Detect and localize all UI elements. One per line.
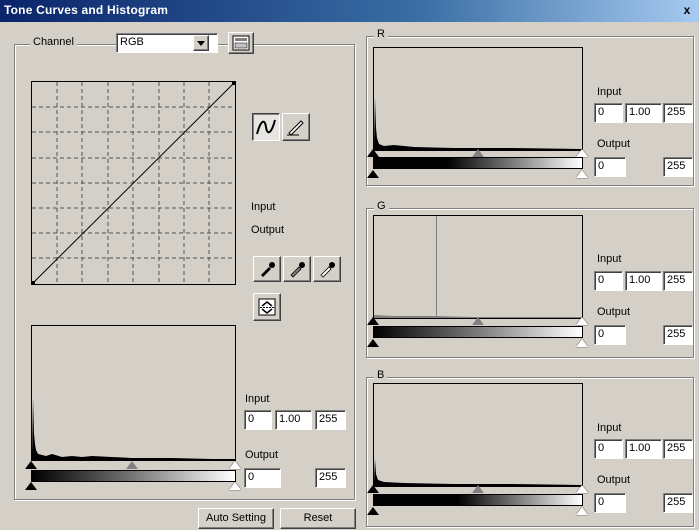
r-input-gamma-slider[interactable] [472, 149, 484, 157]
g-input-high[interactable]: 255 [663, 271, 693, 291]
g-input-white-slider[interactable] [576, 317, 588, 325]
r-channel-label: R [374, 28, 388, 40]
g-output-label: Output [597, 306, 631, 318]
b-input-low[interactable]: 0 [594, 439, 623, 459]
g-channel-label: G [374, 200, 389, 212]
gray-point-eyedropper-icon[interactable] [283, 256, 311, 282]
freehand-mode-icon[interactable] [282, 113, 310, 141]
reset-button[interactable]: Reset [280, 508, 356, 529]
b-input-gamma-slider[interactable] [472, 485, 484, 493]
hist-input-high[interactable]: 255 [315, 410, 346, 430]
g-histogram [374, 216, 582, 318]
tone-curve-panel[interactable] [31, 81, 236, 285]
b-output-gradient-bar [373, 494, 583, 506]
b-histogram-panel [373, 383, 583, 487]
hist-output-high[interactable]: 255 [315, 468, 346, 488]
r-histogram-panel [373, 47, 583, 151]
title-bar: Tone Curves and Histogram x [0, 0, 699, 22]
r-input-low[interactable]: 0 [594, 103, 623, 123]
b-output-high[interactable]: 255 [663, 493, 693, 513]
b-input-black-slider[interactable] [367, 485, 379, 493]
r-input-white-slider[interactable] [576, 149, 588, 157]
curve-mode-icon[interactable] [252, 113, 280, 141]
r-output-gradient-bar [373, 157, 583, 169]
curve-input-label: Input [251, 201, 276, 213]
g-output-black-slider[interactable] [367, 339, 379, 347]
g-input-gamma-slider[interactable] [472, 317, 484, 325]
input-black-slider[interactable] [25, 461, 37, 469]
channel-preview-icon[interactable] [228, 32, 254, 54]
input-white-slider[interactable] [229, 461, 241, 469]
r-output-white-slider[interactable] [576, 170, 588, 178]
r-input-gamma[interactable]: 1.00 [625, 103, 662, 123]
g-input-label: Input [597, 253, 622, 265]
rgb-histogram-panel [31, 325, 236, 461]
white-point-eyedropper-icon[interactable] [313, 256, 341, 282]
output-black-slider[interactable] [25, 482, 37, 490]
hist-output-low[interactable]: 0 [244, 468, 281, 488]
g-output-gradient-bar [373, 326, 583, 338]
curve-output-label: Output [251, 224, 285, 236]
r-output-low[interactable]: 0 [594, 157, 626, 177]
hist-input-label: Input [245, 393, 270, 405]
g-input-gamma[interactable]: 1.00 [625, 271, 662, 291]
r-output-black-slider[interactable] [367, 170, 379, 178]
hist-input-low[interactable]: 0 [244, 410, 272, 430]
g-output-high[interactable]: 255 [663, 325, 693, 345]
b-channel-label: B [374, 369, 388, 381]
chevron-down-icon[interactable] [193, 35, 209, 51]
b-output-label: Output [597, 474, 631, 486]
save-load-icon[interactable] [253, 293, 281, 321]
r-output-label: Output [597, 138, 631, 150]
hist-input-gamma[interactable]: 1.00 [275, 410, 312, 430]
b-input-label: Input [597, 422, 622, 434]
b-input-high[interactable]: 255 [663, 439, 693, 459]
hist-output-label: Output [245, 449, 279, 461]
auto-setting-button[interactable]: Auto Setting [198, 508, 274, 529]
output-gradient-bar [31, 470, 236, 482]
tone-curve-graph[interactable] [31, 81, 236, 285]
r-input-label: Input [597, 86, 622, 98]
b-output-white-slider[interactable] [576, 507, 588, 515]
g-input-low[interactable]: 0 [594, 271, 623, 291]
g-input-black-slider[interactable] [367, 317, 379, 325]
r-input-black-slider[interactable] [367, 149, 379, 157]
channel-select-value: RGB [120, 36, 144, 48]
close-icon[interactable]: x [679, 2, 695, 18]
r-histogram [374, 98, 582, 150]
r-input-high[interactable]: 255 [663, 103, 693, 123]
black-point-eyedropper-icon[interactable] [253, 256, 281, 282]
g-histogram-panel [373, 215, 583, 319]
b-output-low[interactable]: 0 [594, 493, 626, 513]
b-output-black-slider[interactable] [367, 507, 379, 515]
g-output-low[interactable]: 0 [594, 325, 626, 345]
g-output-white-slider[interactable] [576, 339, 588, 347]
output-white-slider[interactable] [229, 482, 241, 490]
b-input-gamma[interactable]: 1.00 [625, 439, 662, 459]
input-gamma-slider[interactable] [126, 461, 138, 469]
b-input-white-slider[interactable] [576, 485, 588, 493]
window-title: Tone Curves and Histogram [4, 3, 169, 17]
rgb-histogram [32, 398, 235, 460]
channel-label: Channel [30, 36, 77, 48]
b-histogram [374, 459, 582, 486]
r-output-high[interactable]: 255 [663, 157, 693, 177]
